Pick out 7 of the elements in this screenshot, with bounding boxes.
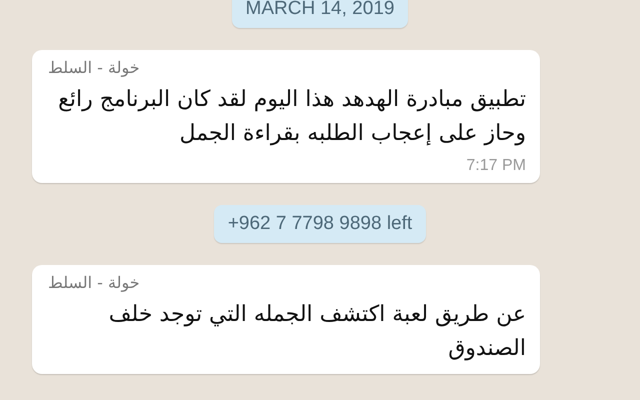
- message-text: عن طريق لعبة اكتشف الجمله التي توجد خلف الصندوق: [108, 301, 526, 363]
- date-chip: MARCH 14, 2019: [232, 0, 408, 28]
- message-time: 7:17 PM: [466, 157, 526, 175]
- system-notice: +962 7 7798 9898 left: [214, 205, 426, 243]
- sender-name: خولة - السلط: [48, 273, 140, 292]
- message-text: تطبيق مبادرة الهدهد هذا اليوم لقد كان البرنامج رائع وحاز على إعجاب الطلبه بقراءة الجمل: [57, 86, 526, 148]
- sender-name: خولة - السلط: [48, 58, 140, 77]
